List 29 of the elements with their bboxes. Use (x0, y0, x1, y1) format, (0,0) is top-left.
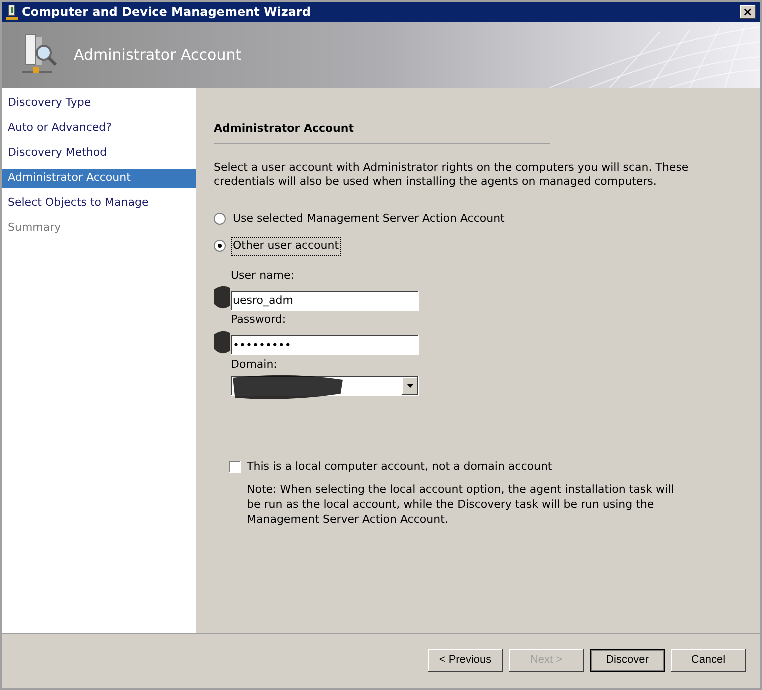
window-title: Computer and Device Management Wizard (22, 4, 312, 21)
field-label: Domain: (231, 356, 278, 372)
description-text: Select a user account with Administrator rights on the computers you will scan. These credentials will also be used when installing the agents on managed computers. (214, 160, 690, 188)
radio-label[interactable]: Use selected Management Server Action Account (231, 210, 507, 228)
section-heading: Administrator Account (214, 121, 550, 144)
sidebar-item[interactable]: Administrator Account (2, 169, 196, 188)
password-field[interactable]: ••••••••• (231, 335, 419, 355)
field-label: User name: (231, 268, 296, 284)
note-text: Note: When selecting the local account option, the agent installation task will be run as the local account, while the Discovery task will be run using the Management Server Action Account. (247, 482, 676, 526)
sidebar-item[interactable]: Select Objects to Manage (2, 194, 196, 213)
server-icon (6, 4, 18, 20)
username-field[interactable]: uesro_adm (231, 290, 419, 310)
field-label: Password: (231, 312, 288, 328)
redaction-scribble (214, 284, 230, 310)
sidebar-item[interactable]: Discovery Type (2, 94, 196, 113)
wizard-button[interactable]: Discover (590, 649, 665, 672)
radio-button[interactable] (214, 240, 226, 252)
sidebar-item[interactable]: Discovery Method (2, 144, 196, 163)
sidebar-item[interactable]: Auto or Advanced? (2, 119, 196, 138)
close-button[interactable]: × (740, 5, 756, 19)
radio-button[interactable] (214, 212, 226, 225)
dropdown-arrow-icon (406, 384, 414, 388)
radio-label[interactable]: Other user account (231, 237, 342, 256)
wizard-button[interactable]: < Previous (428, 649, 503, 672)
checkbox-label[interactable]: This is a local computer account, not a domain account (247, 459, 552, 476)
page-title: Administrator Account (74, 44, 242, 66)
wizard-button[interactable]: Cancel (671, 649, 746, 672)
checkbox[interactable] (229, 461, 241, 474)
redaction-scribble (214, 328, 230, 354)
